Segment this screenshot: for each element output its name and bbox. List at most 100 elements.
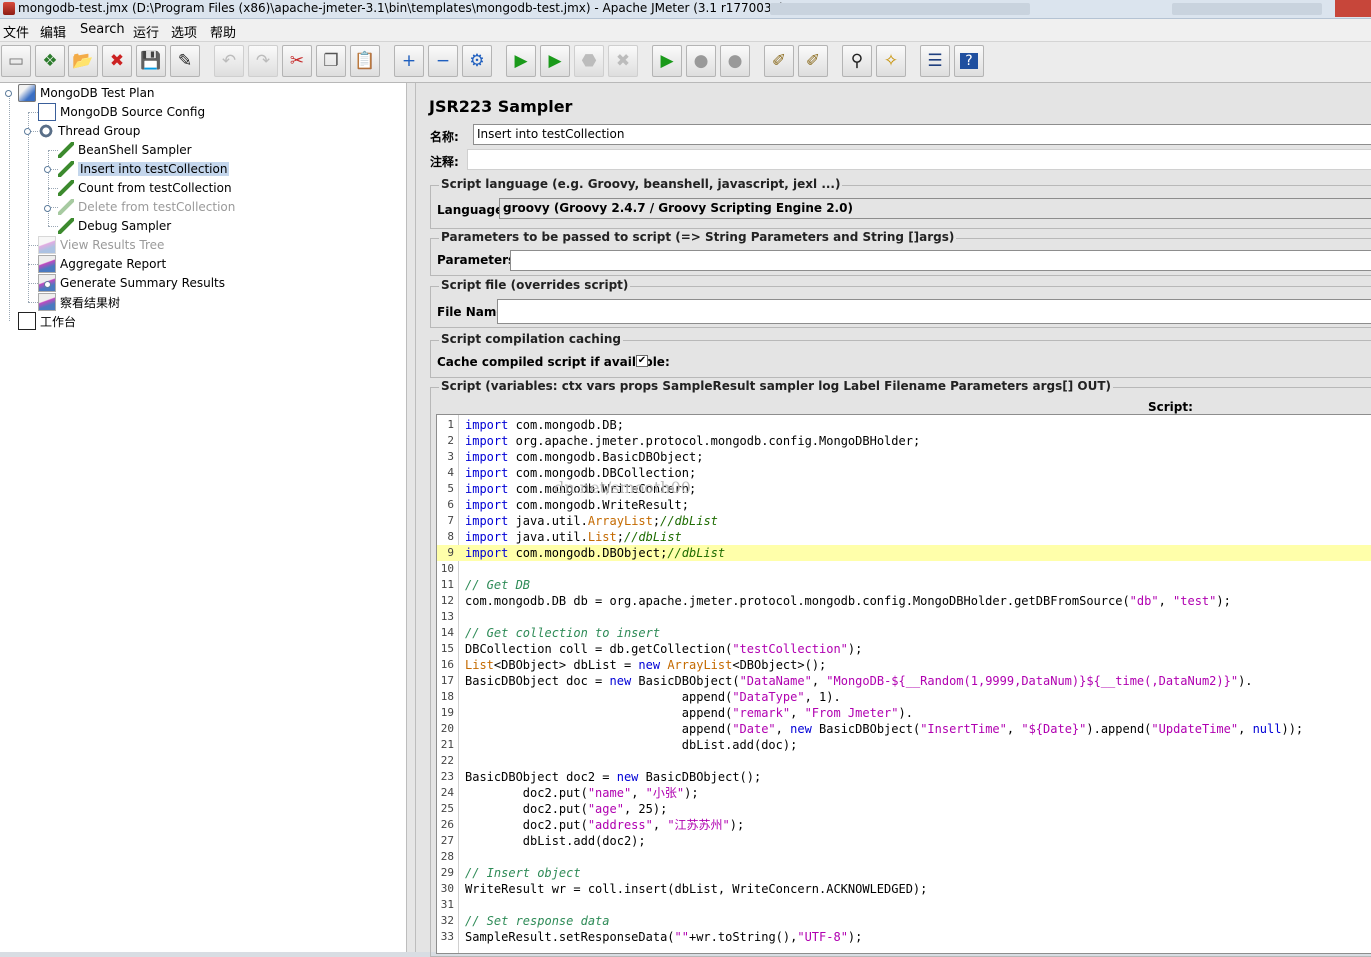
tree-expander[interactable] [5,90,12,97]
code-line[interactable]: 2 import org.apache.jmeter.protocol.mongo… [437,433,1371,449]
redo-button[interactable]: ↷ [248,45,278,77]
cut-button[interactable]: ✂ [282,45,312,77]
code-line[interactable]: 17 BasicDBObject doc = new BasicDBObject(… [437,673,1371,689]
file-name-input[interactable] [497,299,1371,324]
code-line[interactable]: 16 List<DBObject> dbList = new ArrayList<… [437,657,1371,673]
open-button[interactable]: 📂 [68,45,98,77]
tree-expander[interactable] [44,281,51,288]
code-line[interactable]: 22 [437,753,1371,769]
copy-button[interactable]: ❐ [316,45,346,77]
code-line[interactable]: 12 com.mongodb.DB db = org.apache.jmeter.… [437,593,1371,609]
shutdown-button[interactable]: ✖ [608,45,638,77]
code-line[interactable]: 31 [437,897,1371,913]
remote-start-button[interactable]: ▶ [652,45,682,77]
tree-node[interactable]: Generate Summary Results [38,274,225,292]
code-line[interactable]: 1 import com.mongodb.DB; [437,417,1371,433]
close-button[interactable]: ✖ [102,45,132,77]
workbench-icon [18,312,36,330]
tree-expander[interactable] [24,128,31,135]
code-text: // Get collection to insert [465,626,661,640]
tree-node[interactable]: MongoDB Source Config [38,103,205,121]
clear-button[interactable]: ✐ [764,45,794,77]
tree-node[interactable]: Debug Sampler [58,217,171,235]
sampler-icon [58,199,74,215]
remote-shutdown-button[interactable]: ● [720,45,750,77]
start-no-pauses-button[interactable]: ▶ [540,45,570,77]
name-input[interactable]: Insert into testCollection [473,124,1371,145]
tree-node[interactable]: Delete from testCollection [58,198,235,216]
tree-node-label: BeanShell Sampler [78,143,192,157]
language-select[interactable]: groovy (Groovy 2.4.7 / Groovy Scripting … [499,198,1371,219]
code-line[interactable]: 25 doc2.put("age", 25); [437,801,1371,817]
line-number: 18 [440,690,454,703]
tree-node[interactable]: 察看结果树 [38,293,120,311]
menu-file[interactable]: 文件 [3,22,29,41]
code-line[interactable]: 33 SampleResult.setResponseData(""+wr.toS… [437,929,1371,945]
tree-node[interactable]: 工作台 [18,312,76,330]
code-line[interactable]: 26 doc2.put("address", "江苏苏州"); [437,817,1371,833]
code-line[interactable]: 29 // Insert object [437,865,1371,881]
code-line[interactable]: 28 [437,849,1371,865]
comment-input[interactable] [467,149,1371,170]
line-number: 26 [440,818,454,831]
undo-button[interactable]: ↶ [214,45,244,77]
cache-checkbox[interactable]: ✔ [636,355,648,367]
code-line[interactable]: 10 [437,561,1371,577]
code-line[interactable]: 7 import java.util.ArrayList;//dbList [437,513,1371,529]
panel-splitter[interactable] [406,83,416,952]
menu-search[interactable]: Search [80,22,125,37]
stop-button[interactable]: ⬣ [574,45,604,77]
help-button[interactable]: ? [954,45,984,77]
line-number: 2 [447,434,454,447]
templates-button[interactable]: ❖ [35,45,65,77]
tree-node[interactable]: Insert into testCollection [58,160,230,178]
clear-all-button[interactable]: ✐ [798,45,828,77]
code-line[interactable]: 13 [437,609,1371,625]
collapse-icon: − [435,50,451,71]
tree-node[interactable]: View Results Tree [38,236,164,254]
save-as-button[interactable]: ✎ [170,45,200,77]
new-button[interactable]: ▭ [1,45,31,77]
function-helper-button[interactable]: ☰ [920,45,950,77]
paste-button[interactable]: 📋 [350,45,380,77]
tree-expander[interactable] [44,205,51,212]
code-line[interactable]: 19 append("remark", "From Jmeter"). [437,705,1371,721]
code-line[interactable]: 8 import java.util.List;//dbList [437,529,1371,545]
code-line[interactable]: 11 // Get DB [437,577,1371,593]
tree-node[interactable]: Aggregate Report [38,255,166,273]
tree-node[interactable]: Count from testCollection [58,179,232,197]
parameters-input[interactable] [510,250,1371,271]
code-line[interactable]: 14 // Get collection to insert [437,625,1371,641]
remote-stop-button[interactable]: ● [686,45,716,77]
code-line[interactable]: 3 import com.mongodb.BasicDBObject; [437,449,1371,465]
code-line[interactable]: 9 import com.mongodb.DBObject;//dbList [437,545,1371,561]
code-line[interactable]: 23 BasicDBObject doc2 = new BasicDBObject… [437,769,1371,785]
save-button[interactable]: 💾 [136,45,166,77]
tree-node[interactable]: Thread Group [38,122,140,140]
code-line[interactable]: 24 doc2.put("name", "小张"); [437,785,1371,801]
menu-options[interactable]: 选项 [171,22,197,41]
code-line[interactable]: 30 WriteResult wr = coll.insert(dbList, W… [437,881,1371,897]
menu-help[interactable]: 帮助 [210,22,236,41]
tree-node[interactable]: BeanShell Sampler [58,141,192,159]
tree-expander[interactable] [44,166,51,173]
menu-run[interactable]: 运行 [133,22,159,41]
code-line[interactable]: 20 append("Date", new BasicDBObject("Ins… [437,721,1371,737]
window-close-button[interactable] [1335,0,1371,17]
code-line[interactable]: 6 import com.mongodb.WriteResult; [437,497,1371,513]
tree-connector [28,245,38,246]
code-line[interactable]: 21 dbList.add(doc); [437,737,1371,753]
code-line[interactable]: 18 append("DataType", 1). [437,689,1371,705]
toggle-button[interactable]: ⚙ [462,45,492,77]
script-language-group: Script language (e.g. Groovy, beanshell,… [430,177,1371,229]
code-line[interactable]: 32 // Set response data [437,913,1371,929]
search-button[interactable]: ⚲ [842,45,872,77]
collapse-button[interactable]: − [428,45,458,77]
code-line[interactable]: 15 DBCollection coll = db.getCollection("… [437,641,1371,657]
tree-node[interactable]: MongoDB Test Plan [18,84,155,102]
start-button[interactable]: ▶ [506,45,536,77]
menu-edit[interactable]: 编辑 [40,22,66,41]
code-line[interactable]: 27 dbList.add(doc2); [437,833,1371,849]
expand-button[interactable]: + [394,45,424,77]
reset-search-button[interactable]: ✧ [876,45,906,77]
